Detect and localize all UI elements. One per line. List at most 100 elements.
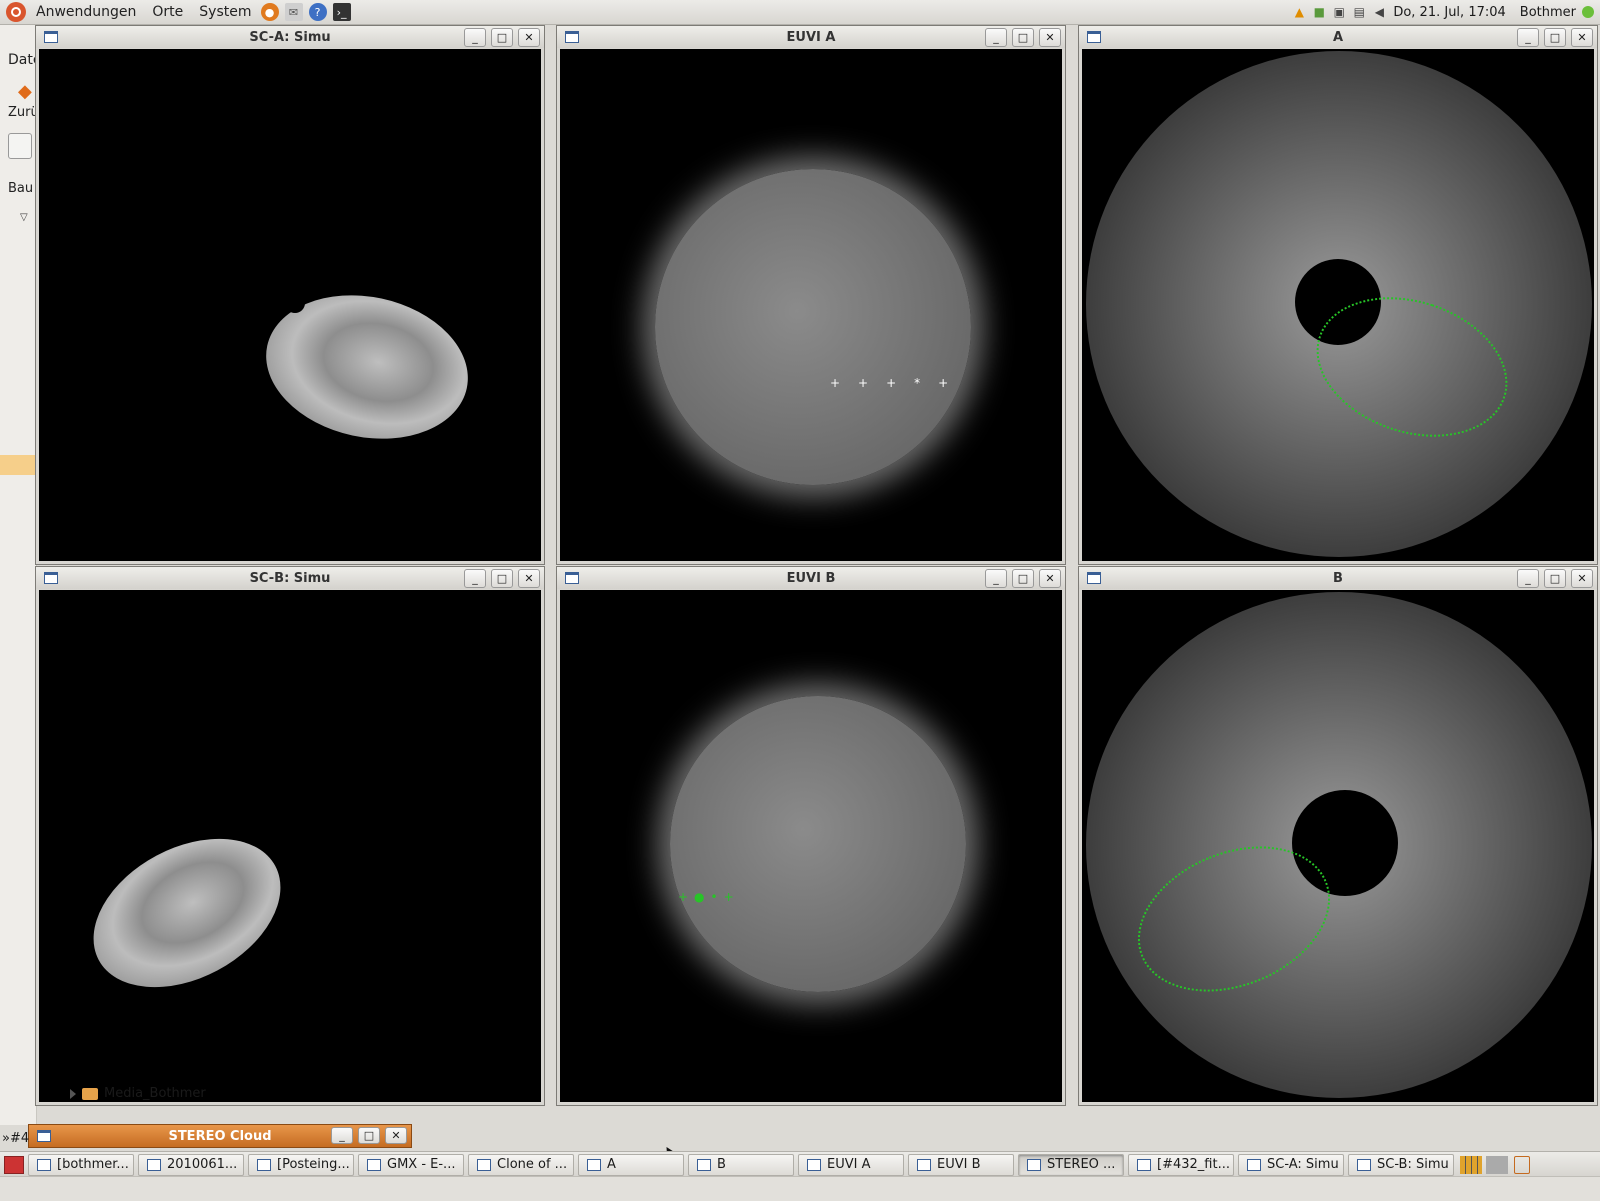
update-icon[interactable]: ■ xyxy=(1311,4,1327,20)
close-button[interactable]: ✕ xyxy=(518,569,540,588)
window-task-icon xyxy=(917,1158,931,1171)
titlebar[interactable]: EUVI B _ □ ✕ xyxy=(557,567,1065,589)
tiepoint-markers: +++*+ xyxy=(830,376,967,390)
warning-icon[interactable]: ▲ xyxy=(1291,4,1307,20)
task-item[interactable]: [#432_fit... xyxy=(1128,1153,1234,1176)
cor-a-canvas[interactable] xyxy=(1082,49,1594,561)
maximize-button[interactable]: □ xyxy=(491,569,513,588)
cor-b-canvas[interactable] xyxy=(1082,590,1594,1102)
titlebar[interactable]: B _ □ ✕ xyxy=(1079,567,1597,589)
network-icon[interactable]: ▣ xyxy=(1331,4,1347,20)
firefox-task-icon xyxy=(367,1158,381,1171)
task-item-active[interactable]: STEREO ... xyxy=(1018,1153,1124,1176)
menu-applications[interactable]: Anwendungen xyxy=(30,4,142,20)
top-panel: Anwendungen Orte System ● ✉ ? ›_ ▲ ■ ▣ ▤… xyxy=(0,0,1600,25)
window-sc-b-simu[interactable]: SC-B: Simu _ □ ✕ xyxy=(35,566,545,1106)
maximize-button[interactable]: □ xyxy=(1544,569,1566,588)
help-icon[interactable]: ? xyxy=(308,3,327,21)
window-task-icon xyxy=(1247,1158,1261,1171)
simulation-canvas[interactable] xyxy=(39,49,541,561)
window-menu-icon[interactable] xyxy=(37,1130,51,1142)
euvi-a-canvas[interactable]: +++*+ xyxy=(560,49,1062,561)
sun-disk-image xyxy=(655,169,971,485)
task-item[interactable]: SC-B: Simu xyxy=(1348,1153,1454,1176)
window-task-icon xyxy=(807,1158,821,1171)
clock[interactable]: Do, 21. Jul, 17:04 xyxy=(1393,5,1505,20)
close-button[interactable]: ✕ xyxy=(1039,28,1061,47)
window-task-icon xyxy=(1357,1158,1371,1171)
maximize-button[interactable]: □ xyxy=(1544,28,1566,47)
window-cor-b[interactable]: B _ □ ✕ xyxy=(1078,566,1598,1106)
background-file-manager: Date ◆ Zurü Bau ▽ xyxy=(0,25,41,1125)
close-button[interactable]: ✕ xyxy=(1571,28,1593,47)
user-status-icon[interactable] xyxy=(1582,6,1594,18)
close-button[interactable]: ✕ xyxy=(385,1127,407,1144)
folder-label[interactable]: Media_Bothmer xyxy=(104,1086,206,1101)
volume-icon[interactable]: ◀ xyxy=(1371,4,1387,20)
close-button[interactable]: ✕ xyxy=(518,28,540,47)
minimize-button[interactable]: _ xyxy=(464,28,486,47)
minimize-button[interactable]: _ xyxy=(1517,569,1539,588)
window-menu-icon[interactable] xyxy=(1087,572,1101,584)
titlebar[interactable]: SC-B: Simu _ □ ✕ xyxy=(36,567,544,589)
close-button[interactable]: ✕ xyxy=(1039,569,1061,588)
titlebar[interactable]: EUVI A _ □ ✕ xyxy=(557,26,1065,48)
task-item[interactable]: [Posteing... xyxy=(248,1153,354,1176)
titlebar[interactable]: A _ □ ✕ xyxy=(1079,26,1597,48)
mail-icon[interactable]: ✉ xyxy=(284,3,303,21)
mail-task-icon xyxy=(257,1158,271,1171)
bottom-strip xyxy=(0,1176,1600,1201)
show-desktop-icon[interactable] xyxy=(4,1155,24,1174)
firefox-icon[interactable]: ● xyxy=(260,3,279,21)
close-button[interactable]: ✕ xyxy=(1571,569,1593,588)
task-item[interactable]: Clone of ... xyxy=(468,1153,574,1176)
minimize-button[interactable]: _ xyxy=(331,1127,353,1144)
task-item[interactable]: EUVI B xyxy=(908,1153,1014,1176)
window-menu-icon[interactable] xyxy=(1087,31,1101,43)
workspace-switcher-2[interactable] xyxy=(1486,1155,1508,1174)
ubuntu-logo-icon[interactable] xyxy=(6,2,26,22)
expander-icon: ▽ xyxy=(20,212,28,223)
window-menu-icon[interactable] xyxy=(44,572,58,584)
minimize-button[interactable]: _ xyxy=(985,569,1007,588)
minimize-button[interactable]: _ xyxy=(464,569,486,588)
task-item[interactable]: 2010061... xyxy=(138,1153,244,1176)
task-item[interactable]: B xyxy=(688,1153,794,1176)
window-euvi-b[interactable]: EUVI B _ □ ✕ +●•+ xyxy=(556,566,1066,1106)
task-item[interactable]: GMX - E-... xyxy=(358,1153,464,1176)
menu-places[interactable]: Orte xyxy=(146,4,189,20)
trash-icon[interactable] xyxy=(1514,1155,1530,1174)
task-item[interactable]: [bothmer... xyxy=(28,1153,134,1176)
minimize-button[interactable]: _ xyxy=(1517,28,1539,47)
user-name[interactable]: Bothmer xyxy=(1520,5,1576,20)
minimize-button[interactable]: _ xyxy=(985,28,1007,47)
workspace-switcher[interactable] xyxy=(1460,1155,1482,1174)
printer-icon[interactable]: ▤ xyxy=(1351,4,1367,20)
titlebar[interactable]: SC-A: Simu _ □ ✕ xyxy=(36,26,544,48)
occulted-sun xyxy=(285,293,305,313)
window-stereo-cloud[interactable]: STEREO Cloud _ □ ✕ xyxy=(28,1124,412,1148)
window-menu-icon[interactable] xyxy=(565,572,579,584)
sidebar-item-media[interactable]: Media_Bothmer xyxy=(70,1086,206,1101)
window-cor-a[interactable]: A _ □ ✕ xyxy=(1078,25,1598,565)
task-item[interactable]: EUVI A xyxy=(798,1153,904,1176)
window-sc-a-simu[interactable]: SC-A: Simu _ □ ✕ xyxy=(35,25,545,565)
task-item[interactable]: A xyxy=(578,1153,684,1176)
menu-system[interactable]: System xyxy=(193,4,257,20)
maximize-button[interactable]: □ xyxy=(1012,28,1034,47)
maximize-button[interactable]: □ xyxy=(491,28,513,47)
maximize-button[interactable]: □ xyxy=(358,1127,380,1144)
window-task-icon xyxy=(587,1158,601,1171)
terminal-icon[interactable]: ›_ xyxy=(332,3,351,21)
task-item[interactable]: SC-A: Simu xyxy=(1238,1153,1344,1176)
flux-rope-image xyxy=(68,808,306,1018)
taskbar-prefix: »#4 xyxy=(2,1131,30,1146)
simulation-canvas[interactable] xyxy=(39,590,541,1102)
expand-arrow-icon[interactable] xyxy=(70,1088,76,1099)
sun-disk-image xyxy=(670,696,966,992)
window-menu-icon[interactable] xyxy=(44,31,58,43)
euvi-b-canvas[interactable]: +●•+ xyxy=(560,590,1062,1102)
maximize-button[interactable]: □ xyxy=(1012,569,1034,588)
window-menu-icon[interactable] xyxy=(565,31,579,43)
window-euvi-a[interactable]: EUVI A _ □ ✕ +++*+ xyxy=(556,25,1066,565)
